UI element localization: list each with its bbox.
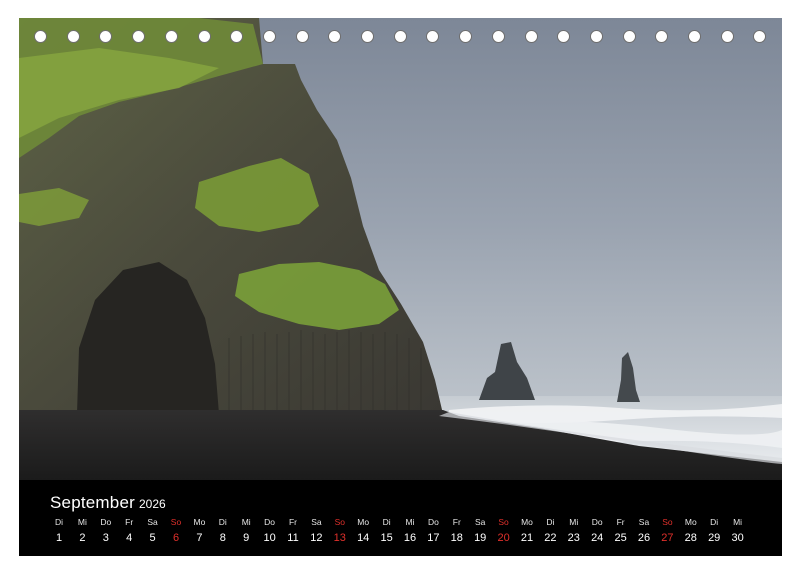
binding-hole (459, 30, 473, 43)
binding-hole (753, 30, 767, 43)
day-number: 27 (661, 532, 674, 544)
binding-hole (393, 30, 407, 43)
day-number: 26 (637, 532, 651, 544)
binding-hole (66, 30, 80, 43)
day-number: 16 (403, 532, 417, 544)
binding-hole (197, 30, 211, 43)
weekday-label: Sa (474, 517, 486, 527)
day-number: 24 (591, 532, 604, 544)
weekday-label: Mi (77, 517, 87, 527)
calendar-strip: September 2026 Di 1 Mi 2 Do 3 Fr 4 Sa 5 So 6 Mo 7 Di 8 Mi… (19, 480, 782, 556)
weekday-label: Fr (125, 517, 134, 527)
day-number: 5 (149, 532, 156, 544)
day-number: 3 (102, 532, 109, 544)
weekday-label: Di (218, 517, 227, 527)
month-title: September 2026 (50, 493, 166, 513)
weekday-label: So (334, 517, 345, 527)
weekday-label: Sa (147, 517, 158, 527)
day-number: 7 (196, 532, 203, 544)
day-number: 11 (287, 532, 299, 544)
binding-hole (426, 30, 440, 43)
day-number: 2 (79, 532, 86, 544)
binding-hole (361, 30, 374, 43)
weekday-label: So (662, 517, 673, 527)
weekday-label: Mo (521, 517, 533, 527)
day-number: 15 (380, 532, 393, 544)
day-number: 30 (731, 532, 744, 544)
day-number: 28 (684, 532, 697, 544)
binding-holes (19, 30, 782, 52)
binding-hole (655, 30, 669, 43)
weekday-label: Mo (357, 517, 370, 527)
weekday-label: Do (427, 517, 439, 527)
year: 2026 (138, 497, 166, 511)
calendar-page: September 2026 Di 1 Mi 2 Do 3 Fr 4 Sa 5 So 6 Mo 7 Di 8 Mi… (0, 0, 800, 575)
day-number: 9 (243, 532, 250, 544)
weekday-label: Do (100, 517, 112, 527)
day-number: 21 (520, 532, 534, 544)
weekday-label: So (170, 517, 182, 527)
binding-hole (262, 30, 276, 43)
day-number: 19 (474, 532, 487, 544)
weekday-label: Mi (241, 517, 251, 527)
day-number: 20 (497, 532, 510, 544)
weekday-label: Do (591, 517, 603, 527)
binding-hole (164, 30, 178, 43)
weekday-label: Mi (733, 517, 743, 527)
landscape-photo (19, 18, 782, 480)
weekday-label: Di (54, 517, 64, 527)
weekday-label: Do (264, 517, 276, 527)
weekday-label: Mo (193, 517, 206, 527)
binding-hole (524, 30, 538, 43)
day-number: 6 (172, 532, 180, 544)
binding-hole (230, 30, 244, 43)
weekday-label: Sa (311, 517, 322, 527)
day-number: 1 (55, 532, 63, 544)
day-number: 8 (219, 532, 226, 544)
binding-hole (295, 30, 309, 43)
weekday-label: Di (710, 517, 719, 527)
binding-hole (132, 30, 146, 43)
day-number: 17 (427, 532, 440, 544)
day-number: 22 (544, 532, 557, 544)
day-number: 10 (263, 532, 276, 544)
weekday-label: So (498, 517, 509, 527)
binding-hole (99, 30, 113, 43)
day-number: 25 (614, 532, 627, 544)
weekday-label: Di (382, 517, 391, 527)
day-number: 12 (310, 532, 323, 544)
day-number: 4 (126, 532, 133, 544)
day-number: 23 (567, 532, 580, 544)
weekday-label: Fr (616, 517, 625, 527)
binding-hole (688, 30, 701, 43)
weekday-label: Fr (452, 517, 461, 527)
weekday-label: Mo (684, 517, 697, 527)
day-number: 14 (357, 532, 370, 544)
binding-hole (34, 30, 47, 43)
weekday-label: Mi (405, 517, 415, 527)
weekday-label: Mi (569, 517, 579, 527)
day-number: 29 (708, 532, 721, 544)
weekday-label: Fr (288, 517, 298, 527)
binding-hole (622, 30, 636, 43)
binding-hole (589, 30, 603, 43)
binding-hole (557, 30, 571, 43)
weekday-label: Sa (638, 517, 650, 527)
day-number: 18 (450, 532, 463, 544)
weekday-label: Di (546, 517, 555, 527)
binding-hole (491, 30, 505, 43)
day-number: 13 (333, 532, 346, 544)
month-name: September (50, 493, 135, 512)
binding-hole (328, 30, 342, 43)
binding-hole (720, 30, 734, 43)
